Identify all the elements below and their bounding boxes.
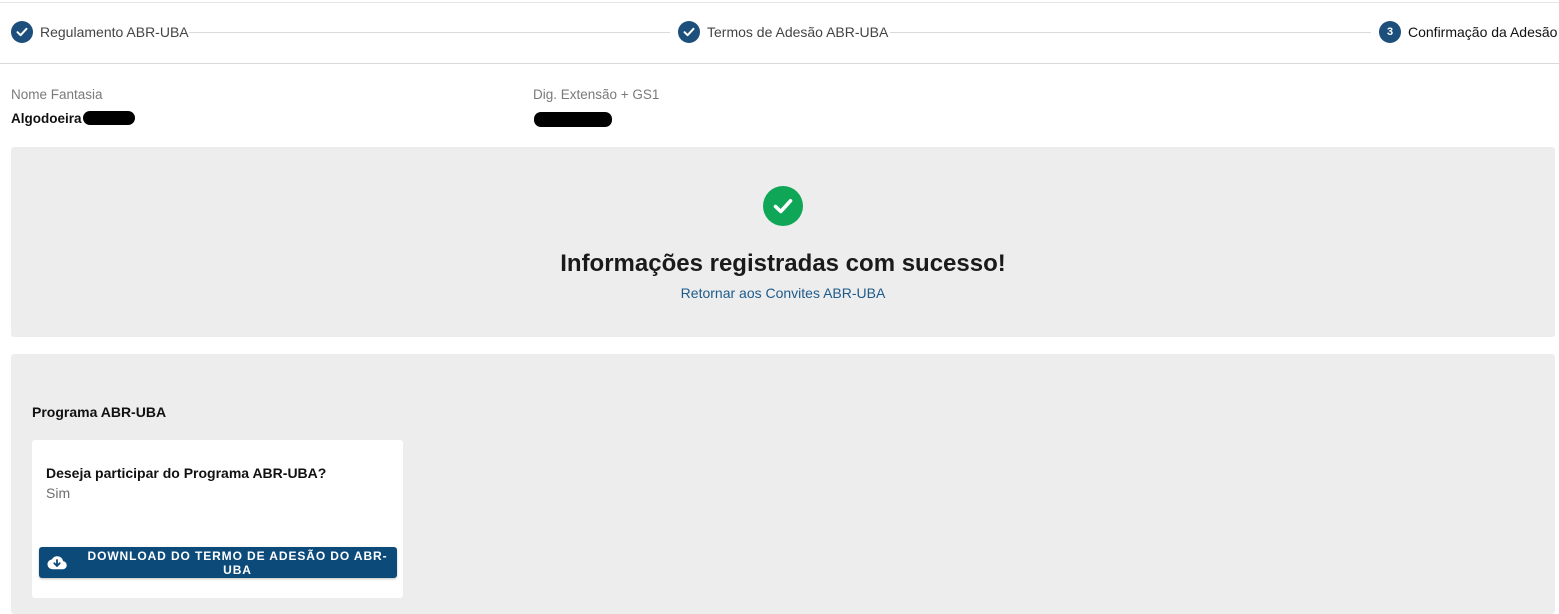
- step-termos[interactable]: Termos de Adesão ABR-UBA: [678, 21, 888, 43]
- gs1-label: Dig. Extensão + GS1: [533, 87, 660, 102]
- cloud-download-icon: [47, 555, 67, 571]
- step-label: Termos de Adesão ABR-UBA: [707, 24, 889, 40]
- program-title: Programa ABR-UBA: [32, 404, 167, 420]
- check-icon: [11, 21, 33, 43]
- nome-fantasia-value: Algodoeira: [11, 111, 82, 126]
- redacted-block: [534, 112, 612, 127]
- step-connector: [890, 32, 1371, 33]
- nome-fantasia-label: Nome Fantasia: [11, 87, 103, 102]
- step-number-badge: 3: [1379, 21, 1401, 43]
- step-connector: [189, 32, 670, 33]
- return-to-invites-link[interactable]: Retornar aos Convites ABR-UBA: [0, 285, 1559, 301]
- download-term-button[interactable]: DOWNLOAD DO TERMO DE ADESÃO DO ABR-UBA: [39, 547, 397, 578]
- redacted-block: [83, 111, 135, 125]
- participation-answer: Sim: [46, 485, 71, 501]
- check-circle-icon: [763, 186, 803, 226]
- step-label: Confirmação da Adesão: [1408, 24, 1558, 40]
- download-button-label: DOWNLOAD DO TERMO DE ADESÃO DO ABR-UBA: [87, 548, 388, 577]
- step-regulamento[interactable]: Regulamento ABR-UBA: [11, 21, 189, 43]
- stepper: Regulamento ABR-UBA Termos de Adesão ABR…: [0, 0, 1559, 64]
- step-confirmacao[interactable]: 3 Confirmação da Adesão: [1379, 21, 1557, 43]
- check-icon: [678, 21, 700, 43]
- participation-question: Deseja participar do Programa ABR-UBA?: [46, 465, 327, 481]
- success-title: Informações registradas com sucesso!: [560, 250, 1006, 277]
- step-label: Regulamento ABR-UBA: [40, 24, 189, 40]
- success-panel: [11, 147, 1555, 337]
